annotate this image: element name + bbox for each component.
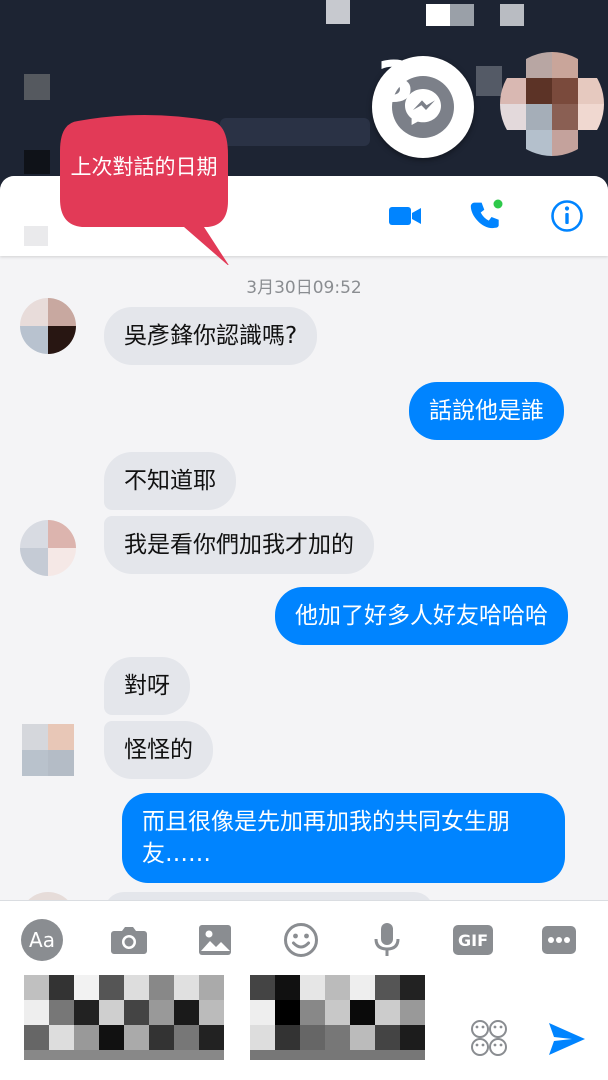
voice-call-icon[interactable] <box>466 198 506 234</box>
contact-avatar[interactable] <box>20 298 76 354</box>
annotation-text: 上次對話的日期 <box>70 155 218 179</box>
message-bubble-incoming[interactable]: 不知道耶 <box>104 452 236 510</box>
message-bubble-incoming[interactable]: 怪怪的 <box>104 721 213 779</box>
message-bubble-incoming[interactable]: 對呀 <box>104 657 190 715</box>
emoji-icon[interactable] <box>280 919 322 961</box>
pixelated-block <box>24 150 50 174</box>
pixelated-block <box>326 0 350 24</box>
contact-avatar[interactable] <box>20 520 76 576</box>
message-bubble-outgoing[interactable]: 他加了好多人好友哈哈哈 <box>275 587 568 645</box>
image-icon[interactable] <box>194 919 236 961</box>
message-bubble-incoming[interactable]: 我是看你們加我才加的 <box>104 516 374 574</box>
pixelated-block <box>450 4 474 26</box>
contact-name-placeholder <box>24 226 48 246</box>
conversation-timestamp: 3月30日09:52 <box>246 278 362 298</box>
message-bubble-outgoing[interactable]: 而且很像是先加再加我的共同女生朋友…… <box>122 793 565 883</box>
pixelated-block <box>500 4 524 26</box>
unread-badge: 3 <box>376 50 415 115</box>
video-call-icon[interactable] <box>385 198 425 234</box>
sticker-icon[interactable] <box>470 1019 508 1061</box>
camera-icon[interactable] <box>108 919 150 961</box>
text-format-button[interactable]: Aa <box>21 919 63 961</box>
messenger-chat-head[interactable]: 3 <box>372 50 474 158</box>
pixelated-block <box>476 66 502 96</box>
blurred-content <box>220 118 370 146</box>
annotation-callout: 上次對話的日期 <box>58 115 230 265</box>
more-icon[interactable] <box>538 919 580 961</box>
pixelated-block <box>426 4 450 26</box>
contact-chat-head-avatar[interactable] <box>500 52 604 156</box>
pixelated-block <box>24 74 50 100</box>
gif-label: GIF <box>453 925 493 955</box>
message-bubble-outgoing[interactable]: 話說他是誰 <box>409 382 564 440</box>
info-icon[interactable] <box>547 198 587 234</box>
gif-icon[interactable]: GIF <box>452 919 494 961</box>
message-composer: Aa GIF <box>0 900 608 1080</box>
microphone-icon[interactable] <box>366 919 408 961</box>
contact-avatar[interactable] <box>22 724 74 776</box>
send-icon[interactable] <box>548 1021 586 1061</box>
text-format-icon: Aa <box>21 919 63 961</box>
message-bubble-incoming[interactable]: 吳彥鋒你認識嗎? <box>104 307 318 365</box>
